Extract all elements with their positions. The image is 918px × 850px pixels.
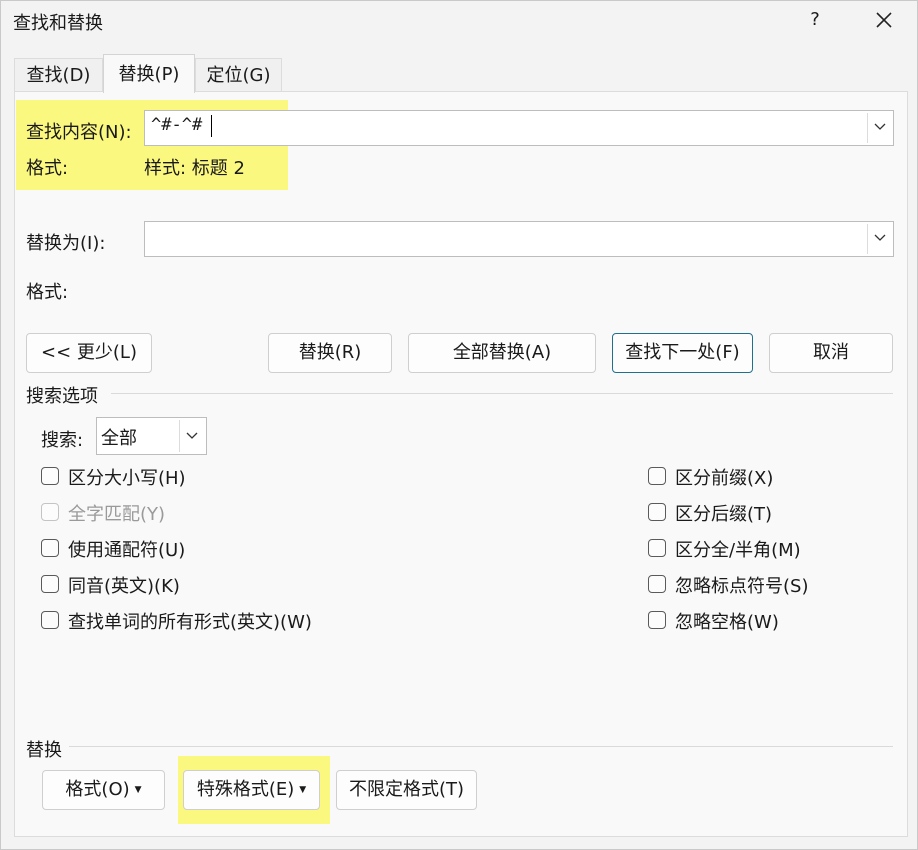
find-format-label: 格式: bbox=[26, 158, 69, 179]
chevron-down-icon bbox=[186, 432, 198, 439]
tab-replace[interactable]: 替换(P) bbox=[103, 54, 195, 93]
replace-format-label: 格式: bbox=[26, 282, 69, 303]
chevron-down-icon bbox=[874, 234, 886, 241]
checkbox-label: 忽略空格(W) bbox=[675, 612, 779, 633]
checkbox-label: 区分大小写(H) bbox=[68, 468, 186, 489]
find-input[interactable]: ^#-^# bbox=[144, 110, 894, 146]
checkbox-box[interactable] bbox=[41, 539, 59, 557]
checkbox-label: 同音(英文)(K) bbox=[68, 576, 180, 597]
find-format-value: 样式: 标题 2 bbox=[144, 158, 245, 179]
checkbox-label: 区分全/半角(M) bbox=[675, 540, 801, 561]
no-formatting-button[interactable]: 不限定格式(T) bbox=[336, 770, 477, 810]
cancel-button[interactable]: 取消 bbox=[769, 333, 893, 373]
search-direction-value: 全部 bbox=[101, 428, 137, 449]
checkbox-label: 忽略标点符号(S) bbox=[675, 576, 809, 597]
help-button[interactable]: ? bbox=[793, 3, 837, 37]
find-input-value: ^#-^# bbox=[151, 115, 203, 135]
checkbox-box[interactable] bbox=[41, 467, 59, 485]
tab-find[interactable]: 查找(D) bbox=[14, 58, 103, 92]
find-history-dropdown[interactable] bbox=[867, 113, 891, 143]
replace-history-dropdown[interactable] bbox=[867, 224, 891, 254]
checkbox-box[interactable] bbox=[41, 575, 59, 593]
find-next-button[interactable]: 查找下一处(F) bbox=[612, 333, 753, 373]
close-button[interactable] bbox=[861, 3, 907, 37]
checkbox-box[interactable] bbox=[648, 611, 666, 629]
title-bar: 查找和替换 ? bbox=[1, 1, 917, 41]
divider bbox=[111, 393, 893, 394]
format-button-label: 格式(O) bbox=[65, 779, 130, 800]
close-icon bbox=[876, 12, 892, 28]
replace-input[interactable] bbox=[144, 221, 894, 257]
checkbox-label: 区分前缀(X) bbox=[675, 468, 774, 489]
dropdown-arrow-icon: ▼ bbox=[299, 785, 307, 795]
special-format-menu-button[interactable]: 特殊格式(E) ▼ bbox=[183, 770, 320, 810]
search-direction-select[interactable]: 全部 bbox=[96, 417, 207, 455]
replace-all-button[interactable]: 全部替换(A) bbox=[408, 333, 596, 373]
chevron-down-icon bbox=[874, 123, 886, 130]
replace-label: 替换为(I): bbox=[26, 233, 106, 254]
dialog-title: 查找和替换 bbox=[13, 13, 103, 34]
replace-button[interactable]: 替换(R) bbox=[268, 333, 392, 373]
checkbox-label: 使用通配符(U) bbox=[68, 540, 186, 561]
checkbox-label: 区分后缀(T) bbox=[675, 504, 773, 525]
checkbox-box[interactable] bbox=[648, 575, 666, 593]
checkbox-box[interactable] bbox=[648, 467, 666, 485]
dropdown-arrow-icon: ▼ bbox=[134, 785, 142, 795]
divider bbox=[69, 746, 893, 747]
checkbox-box bbox=[41, 503, 59, 521]
checkbox-box[interactable] bbox=[648, 539, 666, 557]
checkbox-box[interactable] bbox=[648, 503, 666, 521]
less-options-button[interactable]: << 更少(L) bbox=[26, 333, 152, 373]
search-direction-label: 搜索: bbox=[41, 430, 84, 451]
search-options-title: 搜索选项 bbox=[26, 386, 98, 407]
format-menu-button[interactable]: 格式(O) ▼ bbox=[42, 770, 165, 810]
checkbox-box[interactable] bbox=[41, 611, 59, 629]
tab-goto[interactable]: 定位(G) bbox=[195, 58, 282, 92]
special-button-label: 特殊格式(E) bbox=[196, 779, 295, 800]
text-caret bbox=[211, 115, 212, 137]
find-label: 查找内容(N): bbox=[26, 122, 132, 143]
find-replace-dialog: 查找和替换 ? 查找(D) 替换(P) 定位(G) 查找内容(N): ^#-^#… bbox=[0, 0, 918, 850]
replace-group-title: 替换 bbox=[26, 740, 62, 761]
search-direction-dropdown[interactable] bbox=[179, 420, 204, 452]
checkbox-label: 查找单词的所有形式(英文)(W) bbox=[68, 612, 312, 633]
checkbox-label: 全字匹配(Y) bbox=[68, 504, 166, 525]
